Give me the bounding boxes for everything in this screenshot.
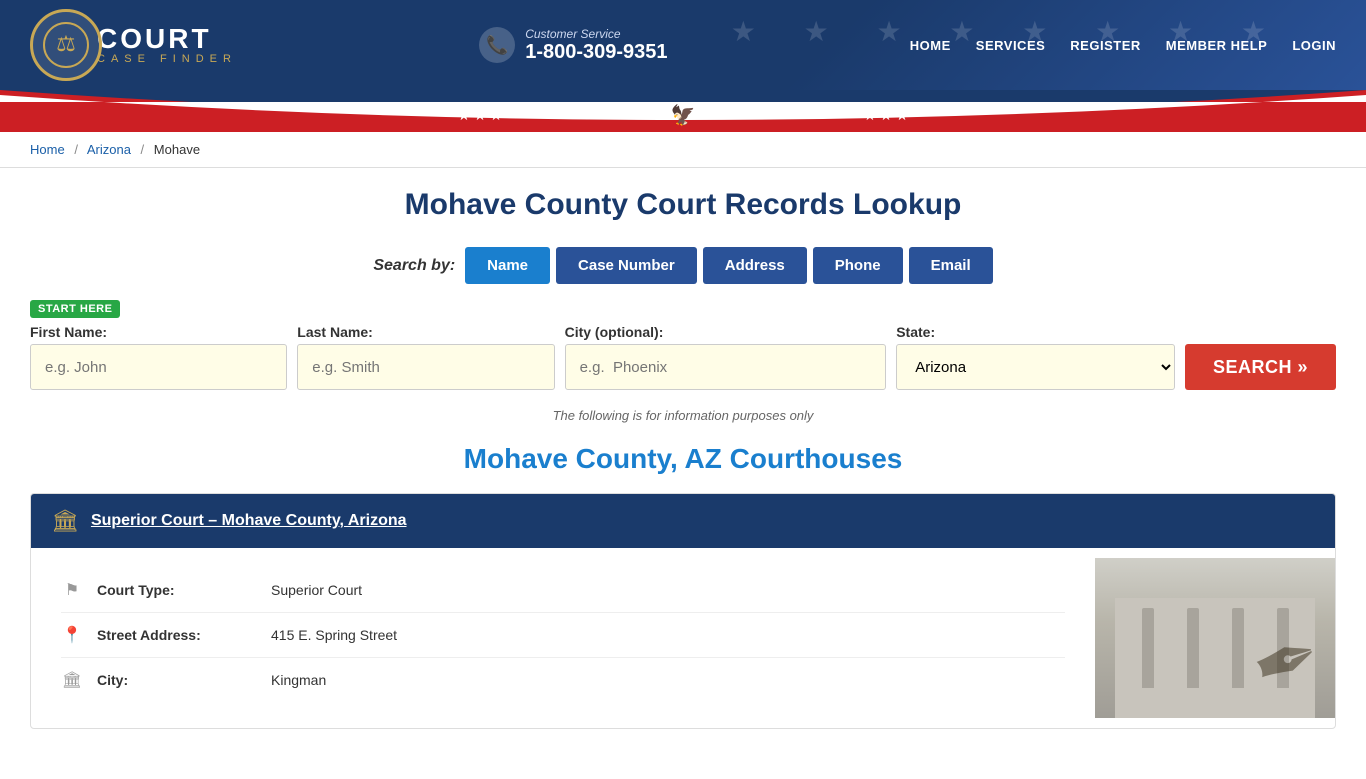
main-content: Mohave County Court Records Lookup Searc… — [0, 168, 1366, 779]
svg-text:🦅: 🦅 — [671, 103, 696, 127]
svg-text:★ ★ ★: ★ ★ ★ — [458, 109, 503, 124]
detail-city: 🏛 City: Kingman — [61, 658, 1065, 702]
nav-login[interactable]: LOGIN — [1292, 38, 1336, 53]
tab-name[interactable]: Name — [465, 247, 550, 284]
search-section: Search by: Name Case Number Address Phon… — [30, 247, 1336, 423]
state-label: State: — [896, 324, 1175, 340]
city-label: City (optional): — [565, 324, 887, 340]
street-icon: 📍 — [61, 625, 83, 645]
logo-area: ⚖ COURT CASE FINDER — [30, 9, 237, 81]
street-label: Street Address: — [97, 627, 257, 643]
tab-phone[interactable]: Phone — [813, 247, 903, 284]
state-group: State: Arizona — [896, 324, 1175, 390]
court-type-label: Court Type: — [97, 582, 257, 598]
breadcrumb-home[interactable]: Home — [30, 142, 65, 157]
courthouse-image-inner: ✒ — [1095, 558, 1335, 718]
last-name-group: Last Name: — [297, 324, 554, 390]
court-type-icon: ⚑ — [61, 580, 83, 600]
info-note: The following is for information purpose… — [30, 408, 1336, 423]
ribbon: ★ ★ ★ 🦅 ★ ★ ★ — [0, 90, 1366, 132]
logo-text-block: COURT CASE FINDER — [97, 25, 237, 65]
sep2: / — [141, 142, 145, 157]
breadcrumb-state[interactable]: Arizona — [87, 142, 131, 157]
courthouse-details: ⚑ Court Type: Superior Court 📍 Street Ad… — [31, 558, 1095, 718]
phone-icon: 📞 — [479, 27, 515, 63]
column-1 — [1142, 608, 1154, 688]
svg-text:⚖: ⚖ — [56, 31, 76, 56]
breadcrumb-county: Mohave — [154, 142, 200, 157]
customer-service: 📞 Customer Service 1-800-309-9351 — [479, 27, 667, 64]
nav-register[interactable]: REGISTER — [1070, 38, 1140, 53]
search-by-label: Search by: — [373, 257, 455, 275]
city-group: City (optional): — [565, 324, 887, 390]
page-title: Mohave County Court Records Lookup — [30, 188, 1336, 222]
svg-text:★ ★ ★: ★ ★ ★ — [864, 109, 909, 124]
courthouse-header: 🏛 Superior Court – Mohave County, Arizon… — [31, 494, 1335, 548]
cs-text: Customer Service 1-800-309-9351 — [525, 27, 667, 64]
search-button[interactable]: SEARCH » — [1185, 344, 1336, 390]
nav-home[interactable]: HOME — [910, 38, 951, 53]
search-by-row: Search by: Name Case Number Address Phon… — [30, 247, 1336, 284]
tab-case-number[interactable]: Case Number — [556, 247, 697, 284]
city-input[interactable] — [565, 344, 887, 390]
courthouse-body: ⚑ Court Type: Superior Court 📍 Street Ad… — [31, 548, 1335, 728]
detail-street: 📍 Street Address: 415 E. Spring Street — [61, 613, 1065, 658]
detail-court-type: ⚑ Court Type: Superior Court — [61, 568, 1065, 613]
courthouse-image: ✒ — [1095, 558, 1335, 718]
first-name-group: First Name: — [30, 324, 287, 390]
main-nav: HOME SERVICES REGISTER MEMBER HELP LOGIN — [910, 38, 1336, 53]
cs-label: Customer Service — [525, 27, 667, 41]
courthouses-title: Mohave County, AZ Courthouses — [30, 443, 1336, 475]
city-label-dt: City: — [97, 672, 257, 688]
court-type-value: Superior Court — [271, 582, 362, 598]
logo-circle: ⚖ — [30, 9, 102, 81]
logo-case-finder-text: CASE FINDER — [97, 53, 237, 65]
nav-services[interactable]: SERVICES — [976, 38, 1046, 53]
last-name-input[interactable] — [297, 344, 554, 390]
courthouse-name-link[interactable]: Superior Court – Mohave County, Arizona — [91, 512, 407, 530]
last-name-label: Last Name: — [297, 324, 554, 340]
city-icon: 🏛 — [61, 670, 83, 690]
courthouse-card: 🏛 Superior Court – Mohave County, Arizon… — [30, 493, 1336, 729]
column-2 — [1187, 608, 1199, 688]
logo-court-text: COURT — [97, 25, 237, 53]
first-name-label: First Name: — [30, 324, 287, 340]
column-3 — [1232, 608, 1244, 688]
courthouse-icon: 🏛 — [51, 508, 79, 534]
sep1: / — [74, 142, 78, 157]
nav-member-help[interactable]: MEMBER HELP — [1166, 38, 1268, 53]
city-value: Kingman — [271, 672, 326, 688]
tab-address[interactable]: Address — [703, 247, 807, 284]
cs-phone: 1-800-309-9351 — [525, 41, 667, 64]
search-form: First Name: Last Name: City (optional): … — [30, 324, 1336, 390]
street-value: 415 E. Spring Street — [271, 627, 397, 643]
breadcrumb: Home / Arizona / Mohave — [0, 132, 1366, 168]
site-header: ⚖ COURT CASE FINDER 📞 Customer Service 1… — [0, 0, 1366, 90]
tab-email[interactable]: Email — [909, 247, 993, 284]
first-name-input[interactable] — [30, 344, 287, 390]
state-select[interactable]: Arizona — [896, 344, 1175, 390]
start-here-badge: START HERE — [30, 300, 120, 318]
